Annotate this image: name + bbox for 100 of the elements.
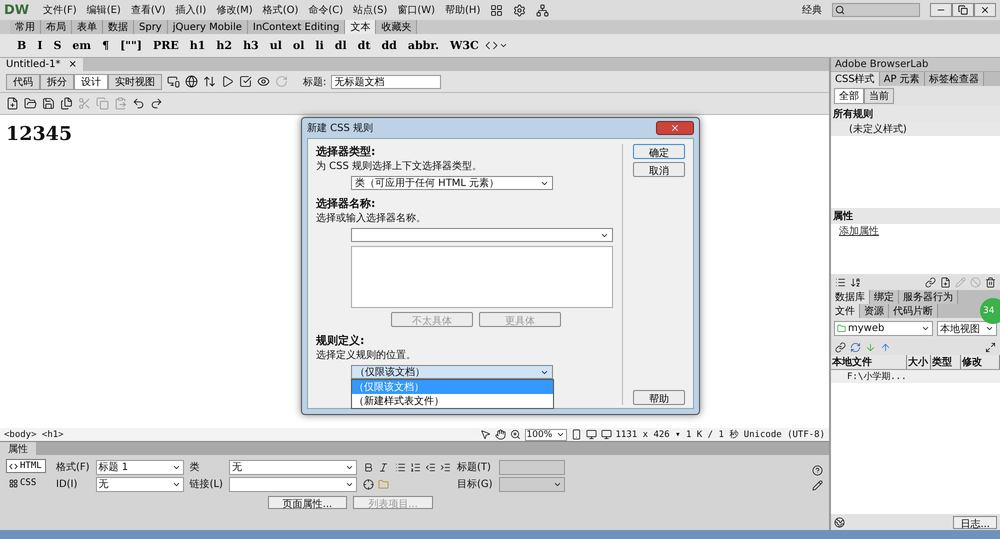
close-button[interactable]: [656, 121, 694, 135]
tab[interactable]: 绑定: [870, 290, 899, 304]
dialog-button[interactable]: 取消: [633, 162, 685, 177]
tab[interactable]: 收藏夹: [376, 20, 418, 34]
view-select[interactable]: 本地视图: [937, 321, 997, 336]
tab[interactable]: AP 元素: [880, 72, 925, 86]
bold-icon[interactable]: [362, 462, 374, 472]
document-tab[interactable]: Untitled-1* ×: [0, 58, 83, 71]
panel-tab[interactable]: 属性: [0, 442, 36, 455]
tab[interactable]: 服务器行为: [899, 290, 958, 304]
files-icon[interactable]: [60, 97, 73, 110]
toolbar-button[interactable]: dd: [376, 36, 402, 56]
hand-icon[interactable]: [494, 429, 506, 440]
settings-icon[interactable]: [513, 4, 526, 16]
italic-icon[interactable]: [378, 462, 389, 472]
toolbar-button[interactable]: S: [48, 36, 66, 56]
target-icon[interactable]: [362, 478, 374, 490]
column-header[interactable]: 类型: [931, 355, 961, 369]
dialog-button[interactable]: 确定: [633, 144, 685, 159]
check-icon[interactable]: [239, 75, 252, 88]
globe-icon[interactable]: [834, 516, 845, 528]
zoom-icon[interactable]: [510, 429, 521, 440]
layout-icon[interactable]: [490, 4, 504, 16]
tab[interactable]: 常用: [10, 20, 41, 34]
tab[interactable]: 代码: [6, 74, 40, 90]
monitor-icon[interactable]: [600, 429, 612, 440]
title-field[interactable]: 无标题文档: [331, 74, 442, 88]
menu-item[interactable]: 查看(V): [130, 3, 166, 17]
properties-button[interactable]: 页面属性...: [268, 496, 348, 509]
devices-icon[interactable]: [167, 75, 180, 88]
tab[interactable]: 标签检查器: [924, 72, 984, 86]
format-select[interactable]: 标题 1: [96, 460, 184, 474]
menu-item[interactable]: 窗口(W): [397, 3, 436, 17]
search-field[interactable]: [832, 3, 920, 17]
tab[interactable]: 文本: [345, 20, 376, 34]
play-icon[interactable]: [221, 75, 234, 88]
toolbar-button[interactable]: li: [310, 36, 329, 56]
selector-name-field[interactable]: [351, 228, 613, 242]
restore-button[interactable]: [952, 3, 974, 17]
id-select[interactable]: 无: [96, 476, 184, 492]
tab[interactable]: 代码片断: [889, 304, 938, 318]
tab[interactable]: 设计: [74, 74, 108, 90]
dialog-button[interactable]: 帮助: [633, 390, 685, 405]
menu-item[interactable]: 插入(I): [175, 3, 206, 17]
menu-item[interactable]: 编辑(E): [86, 3, 121, 17]
refresh-icon[interactable]: [850, 342, 861, 352]
title-field[interactable]: [498, 460, 564, 474]
toolbar-button[interactable]: [""]: [115, 36, 147, 56]
toolbar-button[interactable]: dl: [330, 36, 352, 56]
numbered-list-icon[interactable]: [410, 462, 421, 472]
put-icon[interactable]: [880, 342, 891, 352]
tab[interactable]: 实时视图: [108, 74, 162, 90]
toolbar-button[interactable]: h3: [238, 36, 264, 56]
tab[interactable]: 数据: [103, 20, 134, 34]
edit-icon[interactable]: [812, 480, 823, 491]
dropdown[interactable]: 类（可应用于任何 HTML 元素）: [351, 176, 553, 190]
site-tree-icon[interactable]: [536, 4, 550, 16]
file-row[interactable]: F:\小学期...: [831, 370, 1000, 383]
toolbar-button[interactable]: B: [12, 36, 32, 56]
tab[interactable]: 拆分: [40, 74, 74, 90]
outdent-icon[interactable]: [424, 462, 436, 472]
mode-button[interactable]: HTML: [6, 459, 46, 473]
toolbar-button[interactable]: em: [67, 36, 96, 56]
menu-item[interactable]: 站点(S): [353, 3, 388, 17]
toolbar-button[interactable]: ¶: [97, 36, 114, 56]
toolbar-button[interactable]: ul: [264, 36, 287, 56]
expand-icon[interactable]: [985, 342, 996, 352]
tab[interactable]: 文件: [831, 304, 860, 318]
new-rule-icon[interactable]: [940, 276, 951, 288]
toolbar-button[interactable]: h1: [184, 36, 210, 56]
menu-item[interactable]: 修改(M): [216, 3, 253, 17]
menu-item[interactable]: 帮助(H): [445, 3, 480, 17]
tab-close[interactable]: ×: [68, 59, 77, 70]
toolbar-button[interactable]: h2: [211, 36, 238, 56]
panel-header[interactable]: Adobe BrowserLab: [831, 58, 1000, 72]
save-icon[interactable]: [42, 97, 55, 110]
globe-icon[interactable]: [185, 75, 198, 88]
column-header[interactable]: 本地文件: [831, 355, 907, 369]
toolbar-button[interactable]: PRE: [148, 36, 184, 56]
phone-icon[interactable]: [570, 429, 582, 440]
site-select[interactable]: myweb: [834, 321, 933, 336]
class-select[interactable]: 无: [228, 460, 357, 474]
link-field[interactable]: [228, 476, 357, 492]
eye-icon[interactable]: [257, 75, 270, 88]
rule-item[interactable]: (未定义样式): [831, 122, 1000, 136]
menu-item[interactable]: 文件(F): [43, 3, 77, 17]
tab[interactable]: 资源: [860, 304, 889, 318]
tab[interactable]: 全部: [834, 88, 864, 104]
tab[interactable]: Spry: [134, 20, 168, 34]
zoom-select[interactable]: 100%: [524, 428, 567, 440]
tab[interactable]: InContext Editing: [248, 20, 346, 34]
link-icon[interactable]: [925, 276, 936, 288]
undo-icon[interactable]: [132, 97, 145, 110]
add-property-link[interactable]: 添加属性: [831, 226, 879, 237]
redo-icon[interactable]: [150, 97, 163, 110]
menu-item[interactable]: 命令(C): [308, 3, 344, 17]
trash-icon[interactable]: [985, 276, 996, 288]
tab[interactable]: 当前: [864, 88, 894, 104]
mode-button[interactable]: CSS: [6, 476, 46, 490]
close-button[interactable]: [974, 3, 996, 17]
